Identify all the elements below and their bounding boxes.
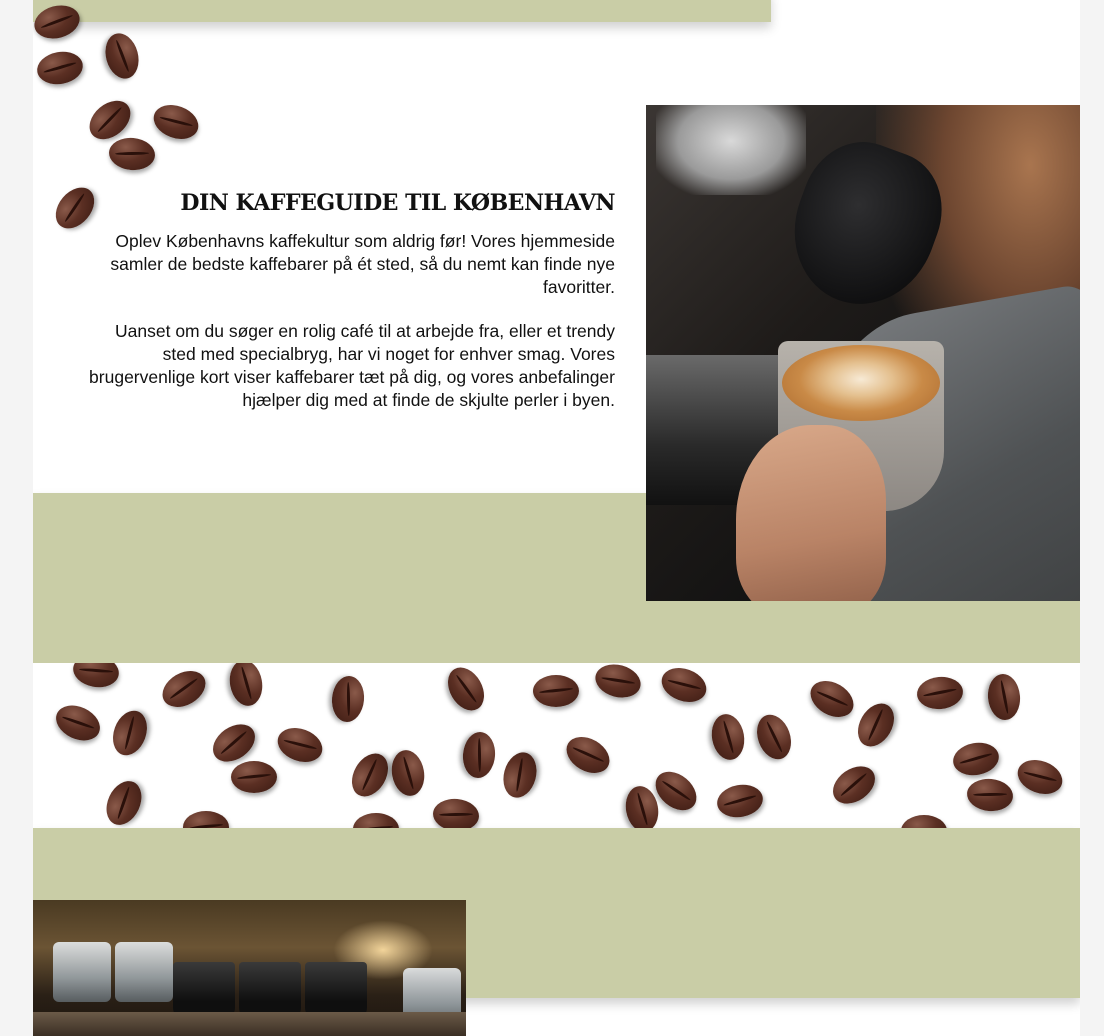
coffee-bean-icon xyxy=(226,663,266,709)
intro-paragraph: Uanset om du søger en rolig café til at … xyxy=(89,321,615,410)
coffee-bean-icon xyxy=(107,705,153,761)
coffee-bean-strip xyxy=(33,663,1080,828)
coffee-bean-icon xyxy=(825,758,883,812)
coffee-bean-icon xyxy=(148,99,204,145)
coffee-bean-icon xyxy=(461,730,497,780)
coffee-bean-icon xyxy=(107,136,157,172)
coffee-bean-icon xyxy=(440,663,492,717)
coffee-bean-icon xyxy=(915,675,965,711)
page-content: DIN KAFFEGUIDE TIL KØBENHAVN Oplev Køben… xyxy=(33,0,1080,1036)
coffee-bean-icon xyxy=(656,663,712,708)
coffee-bean-icon xyxy=(34,48,86,88)
coffee-bean-icon xyxy=(431,797,481,828)
coffee-bean-icon xyxy=(901,815,947,828)
coffee-bean-icon xyxy=(965,777,1015,813)
coffee-bean-icon xyxy=(533,675,579,707)
coffee-bean-icon xyxy=(344,747,396,803)
coffee-bar-photo xyxy=(33,900,466,1036)
coffee-bean-icon xyxy=(1012,754,1068,800)
coffee-bean-icon xyxy=(950,739,1002,779)
coffee-bean-icon xyxy=(272,722,328,768)
coffee-bean-icon xyxy=(388,747,428,799)
coffee-bean-icon xyxy=(70,663,122,691)
coffee-bean-icon xyxy=(751,709,797,765)
coffee-bean-icon xyxy=(591,663,645,703)
coffee-bean-icon xyxy=(50,698,106,748)
coffee-bean-icon xyxy=(231,761,277,793)
top-green-band xyxy=(33,0,771,22)
coffee-bean-icon xyxy=(183,811,229,828)
intro-section: DIN KAFFEGUIDE TIL KØBENHAVN Oplev Køben… xyxy=(83,190,615,433)
coffee-bean-icon xyxy=(100,29,144,83)
coffee-bean-icon xyxy=(986,672,1022,722)
coffee-bean-icon xyxy=(353,813,399,828)
coffee-bean-icon xyxy=(714,781,766,821)
intro-paragraph: Oplev Københavns kaffekultur som aldrig … xyxy=(110,231,615,297)
latte-art-photo xyxy=(646,105,1080,601)
coffee-bean-icon xyxy=(99,775,149,828)
coffee-bean-icon xyxy=(708,711,748,763)
coffee-bean-icon xyxy=(156,663,212,715)
coffee-bean-icon xyxy=(330,674,366,724)
page-title: DIN KAFFEGUIDE TIL KØBENHAVN xyxy=(180,190,615,216)
coffee-bean-icon xyxy=(560,729,616,781)
coffee-bean-icon xyxy=(498,748,542,802)
coffee-bean-icon xyxy=(850,697,902,753)
coffee-bean-icon xyxy=(804,673,860,725)
